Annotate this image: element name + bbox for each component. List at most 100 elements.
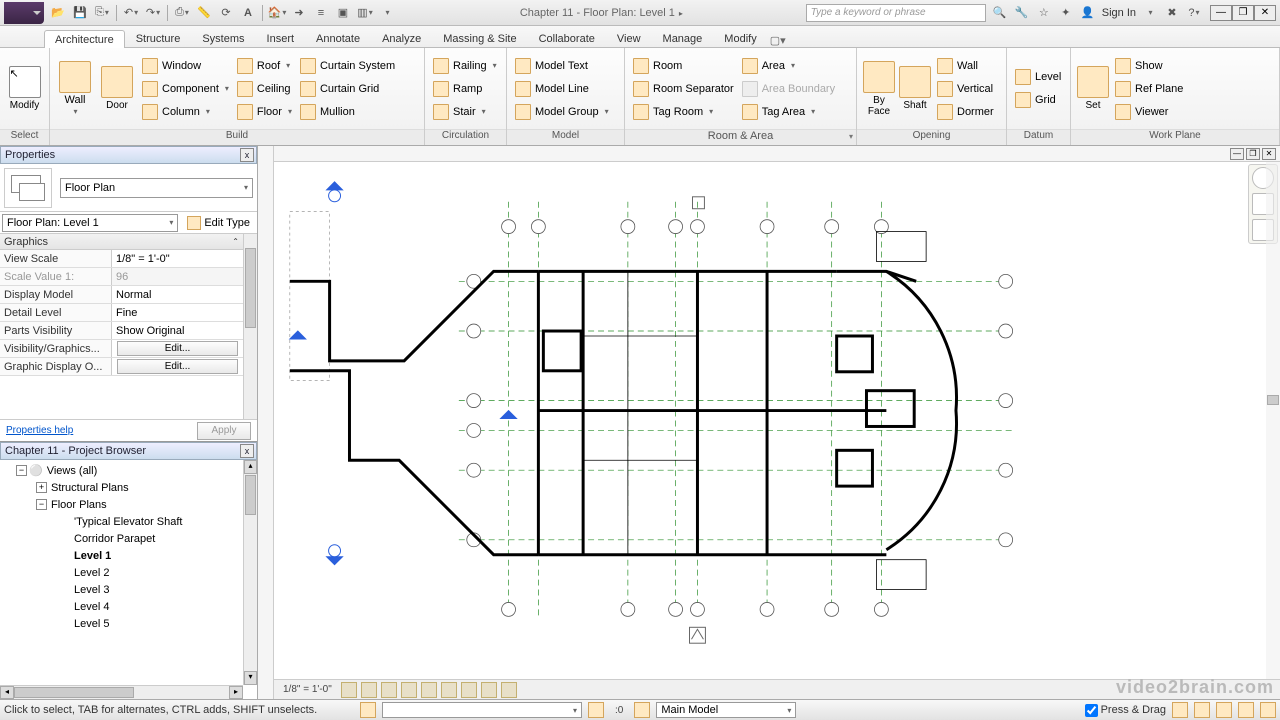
close-windows-icon[interactable]: ▣ (333, 3, 353, 23)
room-separator-button[interactable]: Room Separator (629, 78, 738, 100)
key-icon[interactable]: 🔧 (1012, 3, 1032, 23)
opening-wall-button[interactable]: Wall (933, 55, 998, 77)
window-button[interactable]: Window (138, 55, 233, 77)
railing-button[interactable]: Railing▾ (429, 55, 501, 77)
search-icon[interactable]: 🔍 (990, 3, 1010, 23)
property-value[interactable]: Edit... (112, 358, 243, 375)
thin-lines-icon[interactable]: ≡ (311, 3, 331, 23)
grid-button[interactable]: Grid (1011, 89, 1065, 111)
property-row[interactable]: Detail LevelFine (0, 304, 243, 322)
tree-floor-plans[interactable]: −Floor Plans (2, 496, 255, 513)
shadows-icon[interactable] (401, 682, 417, 698)
drag-elements-icon[interactable] (1238, 702, 1254, 718)
hide-isolate-icon[interactable] (461, 682, 477, 698)
app-menu-button[interactable] (4, 2, 44, 24)
roof-button[interactable]: Roof▾ (233, 55, 296, 77)
browser-hscrollbar[interactable]: ◂▸ (0, 685, 243, 699)
property-row[interactable]: View Scale1/8" = 1'-0" (0, 250, 243, 268)
instance-selector[interactable]: Floor Plan: Level 1▾ (2, 214, 178, 232)
detail-level-icon[interactable] (341, 682, 357, 698)
apply-button[interactable]: Apply (197, 422, 251, 440)
tab-analyze[interactable]: Analyze (371, 29, 432, 47)
ramp-button[interactable]: Ramp (429, 78, 501, 100)
signin-dropdown[interactable]: ▾ (1140, 3, 1160, 23)
open-icon[interactable]: 📂 (48, 3, 68, 23)
properties-header[interactable]: Propertiesx (0, 146, 257, 164)
select-links-icon[interactable] (1172, 702, 1188, 718)
tab-insert[interactable]: Insert (256, 29, 306, 47)
show-button[interactable]: Show (1111, 55, 1187, 77)
canvas-vscrollbar[interactable] (1266, 162, 1280, 679)
tree-item[interactable]: Level 4 (2, 598, 255, 615)
text-icon[interactable]: A (238, 3, 258, 23)
property-value[interactable]: Normal (112, 286, 243, 303)
redo-icon[interactable]: ↷▾ (143, 3, 163, 23)
workset-selector[interactable]: ▾ (382, 702, 582, 718)
properties-close-button[interactable]: x (240, 148, 254, 162)
mullion-button[interactable]: Mullion (296, 101, 399, 123)
property-value[interactable]: 1/8" = 1'-0" (112, 250, 243, 267)
floor-button[interactable]: Floor▾ (233, 101, 296, 123)
curtain-system-button[interactable]: Curtain System (296, 55, 399, 77)
edit-type-button[interactable]: Edit Type (182, 214, 255, 232)
undo-icon[interactable]: ↶▾ (121, 3, 141, 23)
tab-manage[interactable]: Manage (652, 29, 714, 47)
property-row[interactable]: Scale Value 1:96 (0, 268, 243, 286)
select-faces-icon[interactable] (1216, 702, 1232, 718)
tab-modify[interactable]: Modify (713, 29, 767, 47)
set-button[interactable]: Set (1075, 50, 1111, 127)
tab-massing[interactable]: Massing & Site (432, 29, 527, 47)
view-scale-selector[interactable]: 1/8" = 1'-0" (278, 682, 337, 698)
tab-collaborate[interactable]: Collaborate (528, 29, 606, 47)
filter-select-icon[interactable] (1260, 702, 1276, 718)
exchange-icon[interactable]: ✖ (1162, 3, 1182, 23)
property-value[interactable]: 96 (112, 268, 243, 285)
level-button[interactable]: Level (1011, 66, 1065, 88)
qat-customize-icon[interactable]: ▾ (377, 3, 397, 23)
tab-view[interactable]: View (606, 29, 652, 47)
doc-restore-button[interactable]: ❐ (1246, 148, 1260, 160)
property-row[interactable]: Parts VisibilityShow Original (0, 322, 243, 340)
crop-region-icon[interactable] (441, 682, 457, 698)
tree-item[interactable]: Level 5 (2, 615, 255, 632)
stair-button[interactable]: Stair▾ (429, 101, 501, 123)
tab-annotate[interactable]: Annotate (305, 29, 371, 47)
component-button[interactable]: Component▾ (138, 78, 233, 100)
browser-close-button[interactable]: x (240, 444, 254, 458)
by-face-button[interactable]: By Face (861, 50, 897, 127)
modify-button[interactable]: ↖Modify (4, 50, 45, 127)
section-icon[interactable]: ➜ (289, 3, 309, 23)
window-close-button[interactable]: ✕ (1254, 5, 1276, 21)
tree-item[interactable]: Level 2 (2, 564, 255, 581)
signin-link[interactable]: Sign In (1100, 7, 1138, 19)
room-button[interactable]: Room (629, 55, 738, 77)
group-graphics[interactable]: Graphics⌃ (0, 234, 243, 250)
sync-icon[interactable]: ⎘▾ (92, 3, 112, 23)
window-restore-button[interactable]: ❐ (1232, 5, 1254, 21)
doc-close-button[interactable]: ✕ (1262, 148, 1276, 160)
visual-style-icon[interactable] (361, 682, 377, 698)
tab-systems[interactable]: Systems (191, 29, 255, 47)
design-option-selector[interactable]: Main Model▾ (656, 702, 796, 718)
window-minimize-button[interactable]: — (1210, 5, 1232, 21)
filter-icon[interactable] (634, 702, 650, 718)
property-value[interactable]: Edit... (112, 340, 243, 357)
model-group-button[interactable]: Model Group▾ (511, 101, 613, 123)
worksharing-icon[interactable] (501, 682, 517, 698)
measure-icon[interactable]: 📏 (194, 3, 214, 23)
edit-button[interactable]: Edit... (117, 341, 238, 356)
property-row[interactable]: Graphic Display O...Edit... (0, 358, 243, 376)
reveal-hidden-icon[interactable] (481, 682, 497, 698)
model-text-button[interactable]: Model Text (511, 55, 613, 77)
curtain-grid-button[interactable]: Curtain Grid (296, 78, 399, 100)
tree-structural-plans[interactable]: +Structural Plans (2, 479, 255, 496)
dormer-button[interactable]: Dormer (933, 101, 998, 123)
tree-item[interactable]: Level 3 (2, 581, 255, 598)
search-input[interactable]: Type a keyword or phrase (806, 4, 986, 22)
doc-minimize-button[interactable]: — (1230, 148, 1244, 160)
browser-header[interactable]: Chapter 11 - Project Browserx (0, 442, 257, 460)
area-button[interactable]: Area▾ (738, 55, 839, 77)
vertical-button[interactable]: Vertical (933, 78, 998, 100)
star-add-icon[interactable]: ✦ (1056, 3, 1076, 23)
save-icon[interactable]: 💾 (70, 3, 90, 23)
